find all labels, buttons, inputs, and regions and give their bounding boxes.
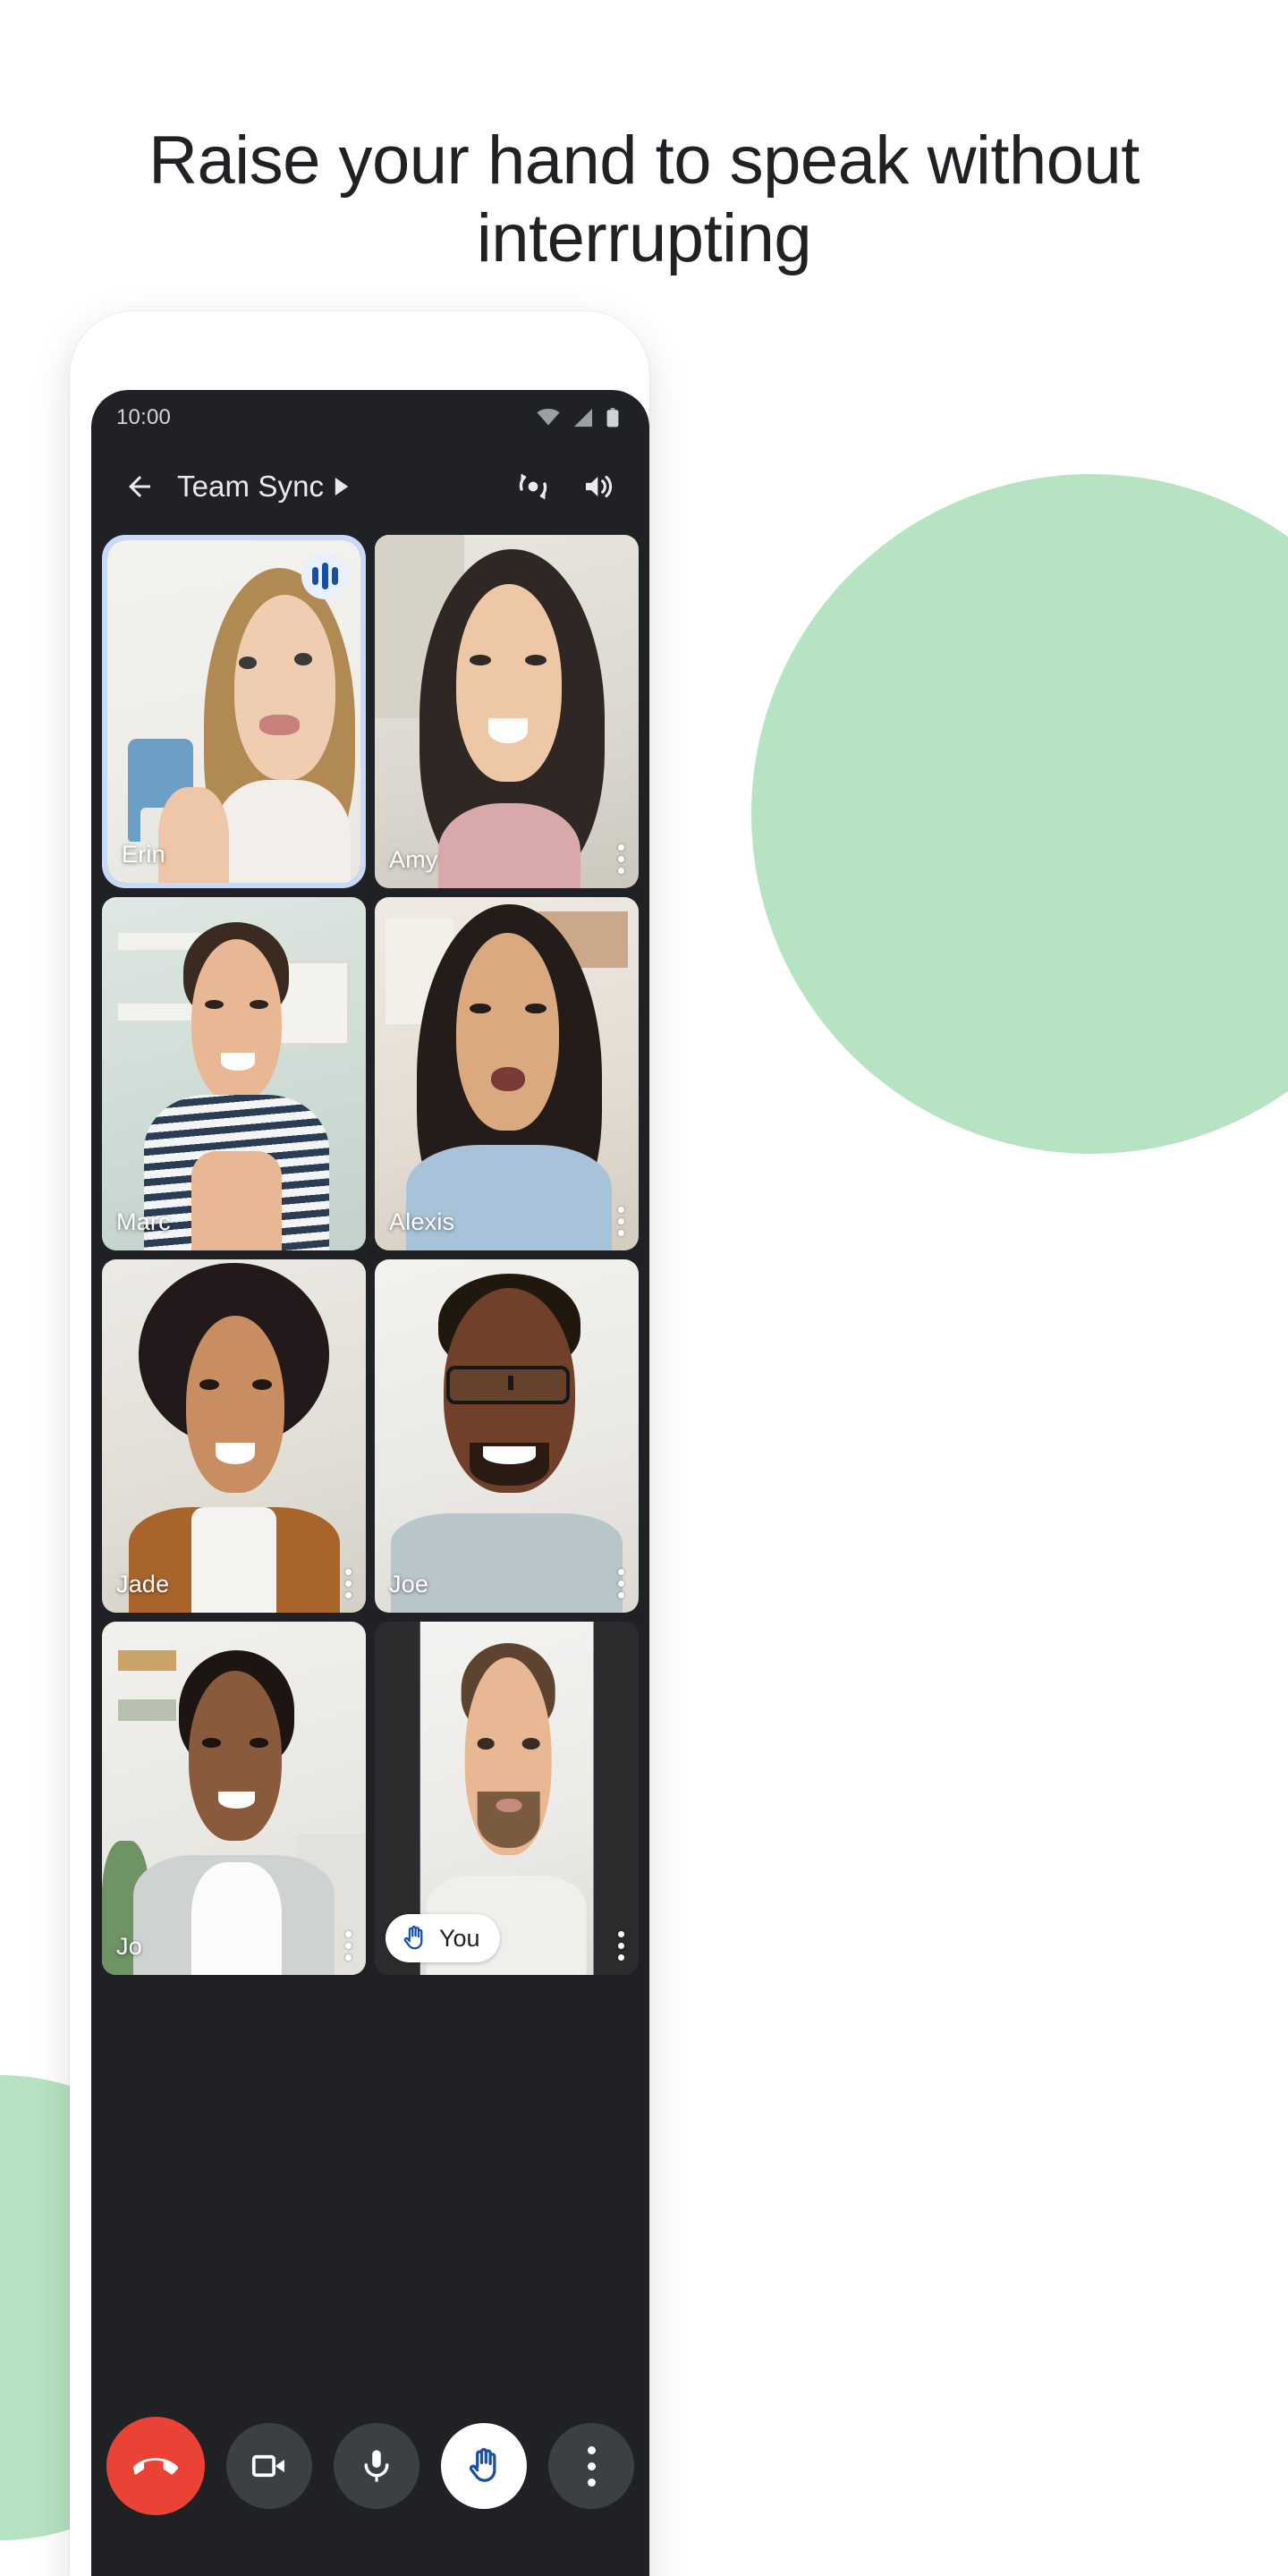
cellular-signal-icon bbox=[574, 409, 592, 427]
meeting-title: Team Sync bbox=[177, 470, 325, 503]
more-options-button[interactable] bbox=[548, 2423, 634, 2509]
participant-tile[interactable]: Amy bbox=[375, 535, 639, 888]
participant-options-button[interactable] bbox=[618, 1207, 624, 1236]
app-bar: Team Sync bbox=[91, 445, 649, 528]
call-control-bar bbox=[91, 2417, 649, 2515]
participant-tile[interactable]: Alexis bbox=[375, 897, 639, 1250]
speaking-indicator-badge bbox=[301, 553, 348, 599]
raised-hand-icon bbox=[403, 1926, 423, 1950]
participant-tile[interactable]: Jade bbox=[102, 1259, 366, 1613]
phone-screen: 10:00 Team Sync Erin Amy Marc Alexis Jad… bbox=[91, 390, 649, 2576]
status-bar-clock: 10:00 bbox=[116, 405, 172, 429]
participant-tile[interactable]: Jo bbox=[102, 1622, 366, 1975]
status-bar: 10:00 bbox=[91, 390, 649, 445]
participant-options-button[interactable] bbox=[618, 844, 624, 874]
raise-hand-button[interactable] bbox=[441, 2423, 527, 2509]
participant-tile[interactable]: Joe bbox=[375, 1259, 639, 1613]
participant-name: Amy bbox=[389, 846, 438, 873]
participant-options-button[interactable] bbox=[618, 1569, 624, 1598]
microphone-icon bbox=[364, 2450, 389, 2482]
camera-button[interactable] bbox=[226, 2423, 312, 2509]
participant-video bbox=[102, 1622, 366, 1975]
speaker-icon bbox=[586, 475, 613, 498]
participant-options-button[interactable] bbox=[345, 1569, 352, 1598]
participant-name: Erin bbox=[122, 841, 165, 868]
participant-video bbox=[102, 1259, 366, 1613]
participant-name: Jade bbox=[116, 1571, 170, 1597]
promo-screenshot: Raise your hand to speak without interru… bbox=[0, 0, 1288, 2576]
app-bar-actions bbox=[508, 462, 624, 512]
self-label: You bbox=[439, 1924, 480, 1952]
participant-video bbox=[375, 897, 639, 1250]
decorative-green-blob-right bbox=[751, 474, 1288, 1154]
phone-mockup: 10:00 Team Sync Erin Amy Marc Alexis Jad… bbox=[70, 311, 649, 2576]
status-bar-icons bbox=[537, 408, 619, 428]
triangle-right-icon bbox=[335, 478, 349, 496]
participant-name: Joe bbox=[389, 1571, 429, 1597]
participant-video bbox=[102, 897, 366, 1250]
switch-camera-icon bbox=[519, 473, 547, 500]
end-call-button[interactable] bbox=[106, 2417, 205, 2515]
wifi-icon bbox=[537, 409, 560, 426]
switch-camera-button[interactable] bbox=[508, 462, 558, 512]
participant-tile[interactable]: Marc bbox=[102, 897, 366, 1250]
participant-tile[interactable]: Erin bbox=[107, 540, 360, 883]
meeting-title-button[interactable]: Team Sync bbox=[177, 470, 349, 504]
audio-waveform-icon bbox=[311, 567, 318, 585]
video-camera-icon bbox=[251, 2454, 284, 2478]
back-button[interactable] bbox=[114, 462, 165, 512]
back-arrow-icon bbox=[129, 476, 150, 497]
phone-hangup-icon bbox=[133, 2458, 178, 2475]
participant-video bbox=[375, 535, 639, 888]
participant-name: Jo bbox=[116, 1933, 142, 1960]
self-hand-raised-badge: You bbox=[386, 1914, 500, 1962]
participant-video bbox=[375, 1259, 639, 1613]
raised-hand-icon bbox=[469, 2447, 496, 2482]
self-view-tile[interactable]: You bbox=[375, 1622, 639, 1975]
participant-name: Alexis bbox=[389, 1208, 455, 1235]
kebab-menu-icon bbox=[587, 2445, 596, 2487]
participant-options-button[interactable] bbox=[345, 1931, 352, 1961]
participant-grid: Erin Amy Marc Alexis Jade Joe Jo You bbox=[91, 528, 649, 1975]
speaker-button[interactable] bbox=[574, 462, 624, 512]
page-title: Raise your hand to speak without interru… bbox=[148, 122, 1140, 276]
microphone-button[interactable] bbox=[334, 2423, 419, 2509]
self-options-button[interactable] bbox=[618, 1931, 624, 1961]
battery-icon bbox=[606, 408, 619, 428]
participant-name: Marc bbox=[116, 1208, 171, 1235]
